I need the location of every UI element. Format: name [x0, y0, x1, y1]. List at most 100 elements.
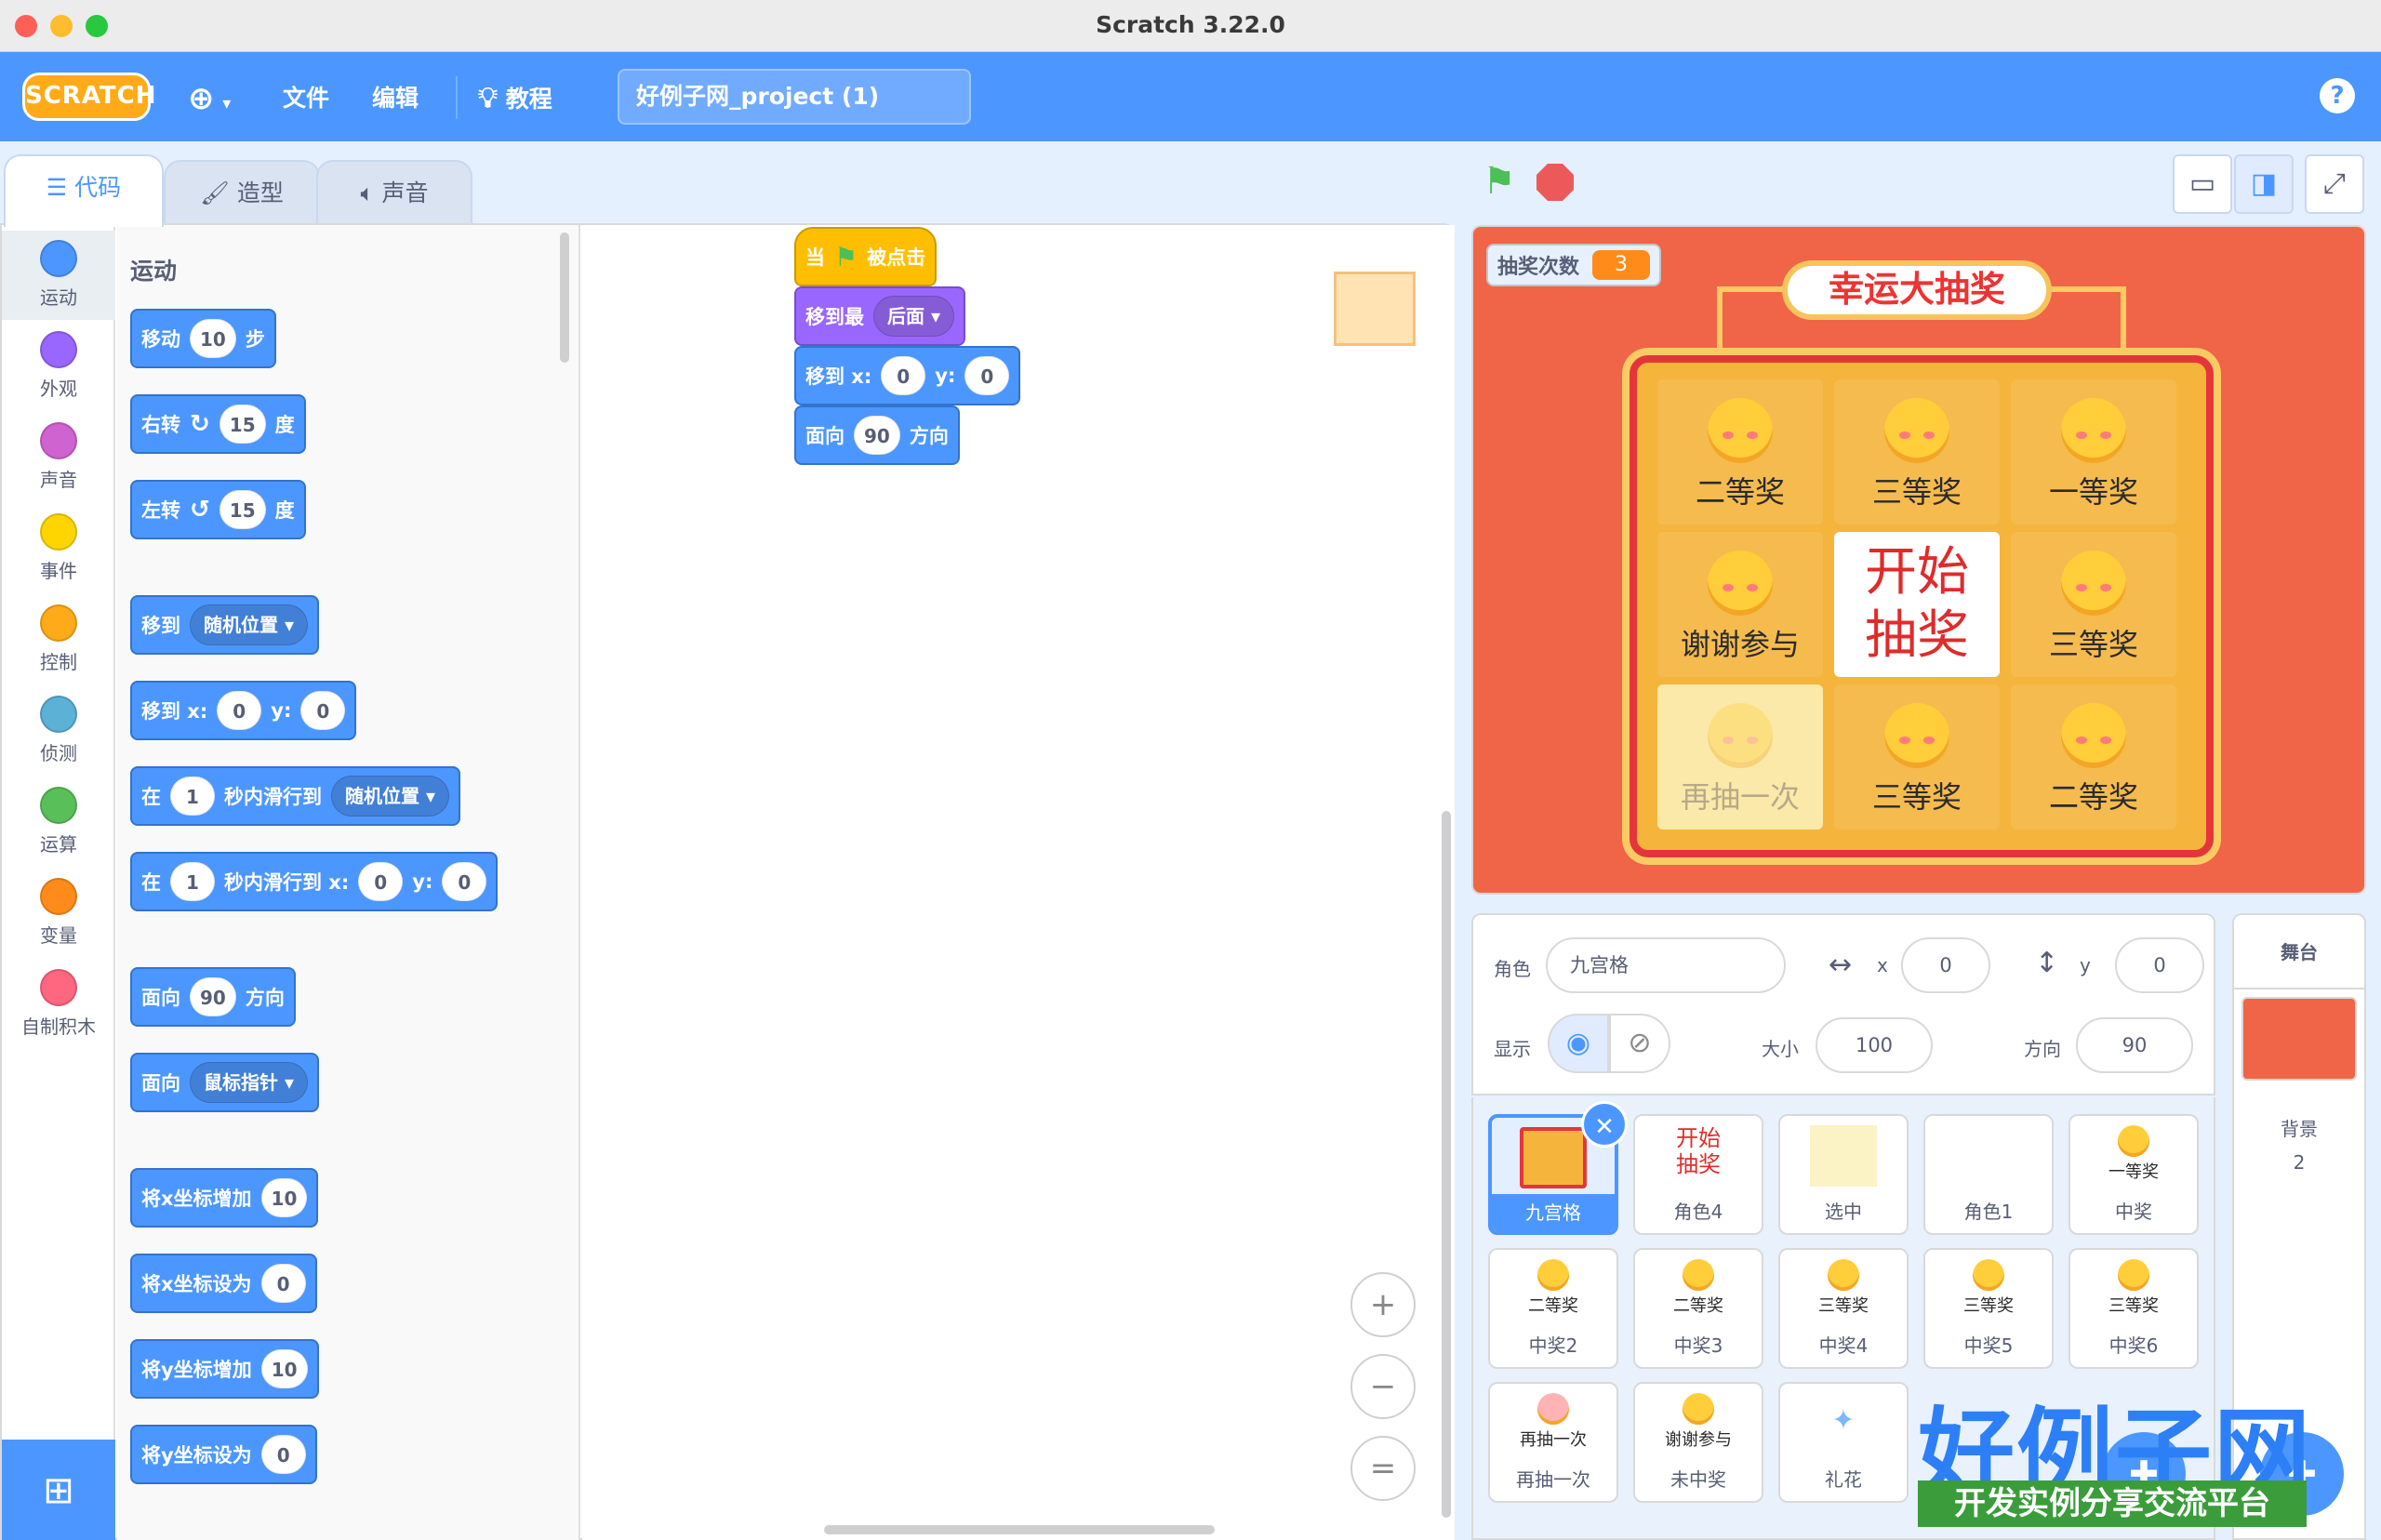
block-turn-right[interactable]: 右转 ↻ 15 度: [130, 394, 306, 454]
sprite-tile[interactable]: ✦ 礼花: [1778, 1382, 1909, 1503]
block-goto-xy[interactable]: 移到 x: 0 y: 0: [794, 346, 1021, 405]
zoom-out-button[interactable]: −: [1350, 1354, 1416, 1419]
prize-cell[interactable]: 三等奖: [1834, 379, 2000, 524]
zoom-reset-button[interactable]: =: [1350, 1436, 1416, 1501]
sprite-tile[interactable]: 选中: [1778, 1114, 1909, 1235]
delete-sprite-button[interactable]: ✕: [1581, 1101, 1628, 1148]
stage-canvas[interactable]: 抽奖次数 3 幸运大抽奖 二等奖 三等奖 一等奖 谢谢参与 开始 抽奖 三等奖 再…: [1471, 225, 2366, 895]
category-control[interactable]: 控制: [2, 599, 115, 674]
sprite-tile[interactable]: 角色1: [1923, 1114, 2054, 1235]
block-number-input[interactable]: 0: [300, 691, 346, 730]
block-number-input[interactable]: 90: [854, 416, 900, 455]
block-change-x[interactable]: 将x坐标增加 10: [130, 1168, 319, 1228]
category-looks[interactable]: 外观: [2, 325, 115, 401]
stop-button[interactable]: [1536, 164, 1574, 201]
project-title-input[interactable]: 好例子网_project (1): [618, 69, 971, 125]
prize-cell-highlighted[interactable]: 再抽一次: [1657, 684, 1823, 830]
workspace-horizontal-scrollbar[interactable]: [824, 1525, 1215, 1534]
direction-input[interactable]: 90: [2076, 1017, 2193, 1073]
language-menu[interactable]: ⊕ ▾: [188, 80, 231, 117]
block-when-flag-clicked[interactable]: 当 ⚑ 被点击: [794, 227, 938, 286]
x-position-input[interactable]: 0: [1901, 937, 1990, 993]
block-set-x[interactable]: 将x坐标设为 0: [130, 1254, 317, 1313]
block-set-y[interactable]: 将y坐标设为 0: [130, 1425, 317, 1484]
block-glide[interactable]: 在 1 秒内滑行到 随机位置 ▾: [130, 766, 461, 826]
block-number-input[interactable]: 15: [219, 490, 266, 529]
category-my-blocks[interactable]: 自制积木: [2, 963, 115, 1039]
block-move-steps[interactable]: 移动 10 步: [130, 309, 276, 368]
sprite-name-input[interactable]: 九宫格: [1546, 937, 1786, 993]
tab-costumes[interactable]: 🖌︎ 造型: [164, 160, 320, 227]
prize-cell[interactable]: 三等奖: [1834, 684, 2000, 830]
sprite-tile[interactable]: 二等奖 中奖2: [1488, 1248, 1618, 1369]
prize-cell[interactable]: 二等奖: [2011, 684, 2176, 830]
block-number-input[interactable]: 0: [964, 356, 1010, 395]
sprite-tile[interactable]: 再抽一次 再抽一次: [1488, 1382, 1618, 1503]
sprite-tile[interactable]: 谢谢参与 未中奖: [1633, 1382, 1763, 1503]
green-flag-button[interactable]: ⚑: [1483, 160, 1516, 203]
edit-menu[interactable]: 编辑: [372, 80, 419, 117]
y-position-input[interactable]: 0: [2115, 937, 2204, 993]
block-number-input[interactable]: 0: [358, 862, 404, 901]
file-menu[interactable]: 文件: [283, 80, 329, 117]
script-workspace[interactable]: 当 ⚑ 被点击 移到最 后面 ▾ 移到 x: 0 y: 0 面向 90 方向 +…: [582, 225, 1455, 1540]
prize-cell[interactable]: 二等奖: [1657, 379, 1823, 524]
category-variables[interactable]: 变量: [2, 872, 115, 948]
category-motion[interactable]: 运动: [2, 231, 115, 320]
sprite-tile[interactable]: 开始 抽奖 角色4: [1633, 1114, 1763, 1235]
sprite-tile[interactable]: 三等奖 中奖5: [1923, 1248, 2054, 1369]
workspace-vertical-scrollbar[interactable]: [1442, 811, 1451, 1518]
category-sensing[interactable]: 侦测: [2, 690, 115, 765]
category-sound[interactable]: 声音: [2, 417, 115, 492]
prize-cell[interactable]: 三等奖: [2011, 532, 2176, 677]
tab-code[interactable]: ☰ 代码: [4, 154, 164, 227]
block-goto-xy[interactable]: 移到 x: 0 y: 0: [130, 681, 357, 740]
sprite-tile[interactable]: 一等奖 中奖: [2068, 1114, 2199, 1235]
block-glide-xy[interactable]: 在 1 秒内滑行到 x: 0 y: 0: [130, 852, 499, 911]
large-stage-button[interactable]: ◨: [2234, 154, 2294, 214]
tutorials-menu[interactable]: 💡︎ 教程: [478, 80, 552, 117]
small-stage-button[interactable]: ▭: [2173, 154, 2232, 214]
zoom-in-button[interactable]: +: [1350, 1272, 1416, 1337]
block-number-input[interactable]: 15: [219, 405, 266, 444]
start-draw-button[interactable]: 开始 抽奖: [1834, 532, 2000, 677]
scratch-logo[interactable]: SCRATCH: [22, 73, 156, 121]
block-point-towards[interactable]: 面向 鼠标指针 ▾: [130, 1053, 320, 1112]
block-number-input[interactable]: 0: [260, 1264, 306, 1303]
fullscreen-button[interactable]: ⤢: [2305, 154, 2364, 214]
sprite-tile[interactable]: 二等奖 中奖3: [1633, 1248, 1763, 1369]
sprite-tile[interactable]: 三等奖 中奖4: [1778, 1248, 1909, 1369]
prize-cell[interactable]: 谢谢参与: [1657, 532, 1823, 677]
block-number-input[interactable]: 1: [170, 862, 215, 901]
block-point-direction[interactable]: 面向 90 方向: [794, 405, 960, 465]
category-events[interactable]: 事件: [2, 508, 115, 583]
block-number-input[interactable]: 10: [190, 319, 236, 358]
category-operators[interactable]: 运算: [2, 781, 115, 856]
block-change-y[interactable]: 将y坐标增加 10: [130, 1339, 319, 1399]
block-number-input[interactable]: 10: [260, 1349, 308, 1388]
hide-sprite-button[interactable]: ⊘: [1609, 1014, 1670, 1073]
block-turn-left[interactable]: 左转 ↺ 15 度: [130, 480, 306, 539]
prize-cell[interactable]: 一等奖: [2011, 379, 2176, 524]
block-number-input[interactable]: 10: [260, 1178, 308, 1217]
show-sprite-button[interactable]: ◉: [1548, 1014, 1609, 1073]
block-number-input[interactable]: 0: [217, 691, 262, 730]
block-point-direction[interactable]: 面向 90 方向: [130, 967, 296, 1027]
sprite-tile[interactable]: 三等奖 中奖6: [2068, 1248, 2199, 1369]
palette-scrollbar[interactable]: [560, 232, 569, 363]
tab-sounds[interactable]: 🔈︎ 声音: [316, 160, 472, 227]
block-number-input[interactable]: 0: [442, 862, 487, 901]
block-number-input[interactable]: 90: [190, 977, 236, 1016]
block-number-input[interactable]: 0: [881, 356, 926, 395]
block-number-input[interactable]: 0: [260, 1435, 306, 1474]
add-extension-button[interactable]: ⊞: [2, 1440, 115, 1540]
block-dropdown[interactable]: 鼠标指针 ▾: [190, 1062, 309, 1103]
block-dropdown[interactable]: 随机位置 ▾: [331, 776, 450, 816]
help-icon[interactable]: ?: [2320, 78, 2355, 113]
size-input[interactable]: 100: [1816, 1017, 1933, 1073]
block-dropdown[interactable]: 随机位置 ▾: [190, 604, 309, 645]
block-goto[interactable]: 移到 随机位置 ▾: [130, 595, 320, 655]
block-dropdown[interactable]: 后面 ▾: [873, 296, 955, 337]
block-number-input[interactable]: 1: [170, 777, 215, 816]
block-go-to-layer[interactable]: 移到最 后面 ▾: [794, 286, 966, 346]
